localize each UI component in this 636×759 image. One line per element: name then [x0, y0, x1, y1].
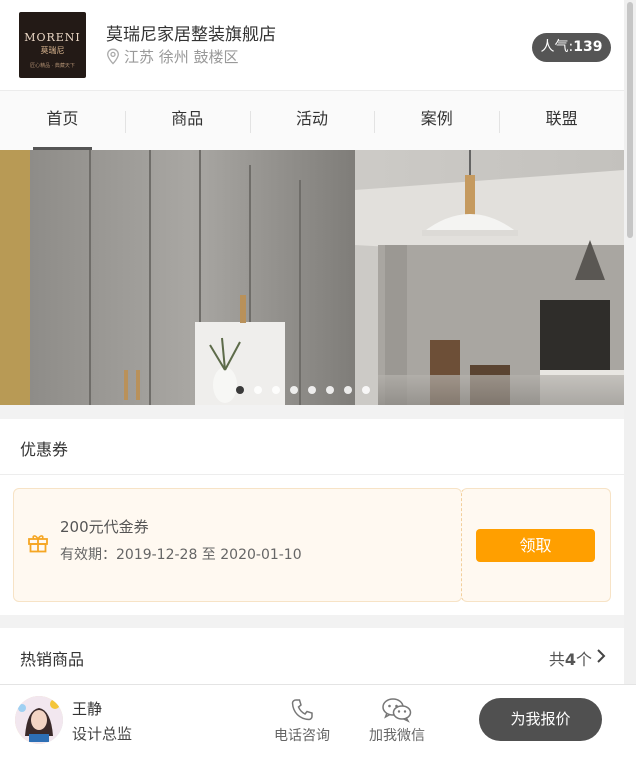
designer-title: 设计总监 [72, 725, 133, 743]
store-logo[interactable]: MORENI 莫瑞尼 匠心精品 · 典藏天下 [19, 12, 86, 78]
coupon-action-area: 领取 [461, 488, 611, 602]
wechat-icon [362, 697, 432, 723]
coupon-card: 200元代金券 有效期：2019-12-28 至 2020-01-10 领取 [13, 488, 611, 602]
tab-products[interactable]: 商品 [124, 91, 250, 150]
add-wechat-button[interactable]: 加我微信 [362, 697, 432, 745]
popularity-label: 人气: [540, 39, 574, 55]
count-prefix: 共 [548, 650, 565, 669]
tab-activities[interactable]: 活动 [249, 91, 375, 150]
logo-cn-text: 莫瑞尼 [40, 46, 65, 55]
chevron-right-icon [596, 648, 606, 668]
banner-dot[interactable] [272, 386, 280, 394]
coupon-name: 200元代金券 [60, 518, 149, 536]
scrollbar-thumb[interactable] [627, 2, 633, 238]
count-suffix: 个 [575, 650, 592, 669]
add-wechat-label: 加我微信 [369, 728, 425, 744]
store-header: MORENI 莫瑞尼 匠心精品 · 典藏天下 莫瑞尼家居整装旗舰店 江苏 徐州 … [0, 0, 624, 90]
tab-cases[interactable]: 案例 [374, 91, 499, 150]
hot-products-title: 热销商品 [20, 650, 85, 669]
banner-dot[interactable] [290, 386, 298, 394]
scrollbar[interactable] [624, 0, 636, 758]
banner-dot[interactable] [236, 386, 244, 394]
banner-dot[interactable] [308, 386, 316, 394]
location-pin-icon [106, 48, 120, 69]
popularity-badge: 人气:139 [532, 33, 611, 62]
coupon-section-title: 优惠券 [20, 440, 69, 459]
hot-products-section[interactable]: 热销商品 共4个 [0, 628, 624, 684]
coupon-section: 优惠券 200元代金券 有效期：2019-12-28 至 2020-01-10 [0, 419, 624, 615]
phone-icon [267, 697, 337, 723]
banner-image [0, 150, 624, 405]
banner-carousel[interactable] [0, 150, 624, 405]
banner-indicators [0, 386, 624, 398]
avatar[interactable] [15, 696, 63, 744]
hot-products-count[interactable]: 共4个 [549, 646, 606, 670]
designer-name: 王静 [72, 700, 103, 718]
banner-dot[interactable] [326, 386, 334, 394]
tab-home[interactable]: 首页 [0, 91, 125, 150]
banner-dot[interactable] [344, 386, 352, 394]
gift-icon [27, 531, 49, 557]
store-page: MORENI 莫瑞尼 匠心精品 · 典藏天下 莫瑞尼家居整装旗舰店 江苏 徐州 … [0, 0, 624, 758]
banner-dot[interactable] [254, 386, 262, 394]
count-value: 4 [564, 650, 576, 669]
tab-alliance[interactable]: 联盟 [499, 91, 624, 150]
bottom-contact-bar: 王静 设计总监 电话咨询 加我微信 为我报价 [0, 684, 636, 759]
store-location-text: 江苏 徐州 鼓楼区 [124, 48, 239, 66]
banner-dot[interactable] [362, 386, 370, 394]
store-location: 江苏 徐州 鼓楼区 [106, 46, 239, 69]
popularity-value: 139 [573, 39, 603, 55]
coupon-validity: 有效期：2019-12-28 至 2020-01-10 [60, 547, 302, 563]
coupon-info: 200元代金券 有效期：2019-12-28 至 2020-01-10 [13, 488, 462, 602]
section-divider [0, 474, 624, 475]
store-tabs: 首页 商品 活动 案例 联盟 [0, 90, 624, 151]
store-name: 莫瑞尼家居整装旗舰店 [106, 25, 276, 45]
logo-tagline: 匠心精品 · 典藏天下 [30, 63, 75, 69]
claim-coupon-button[interactable]: 领取 [476, 529, 595, 562]
request-quote-button[interactable]: 为我报价 [479, 698, 602, 741]
logo-brand-text: MORENI [24, 31, 81, 44]
phone-consult-button[interactable]: 电话咨询 [267, 697, 337, 745]
phone-consult-label: 电话咨询 [274, 728, 330, 744]
